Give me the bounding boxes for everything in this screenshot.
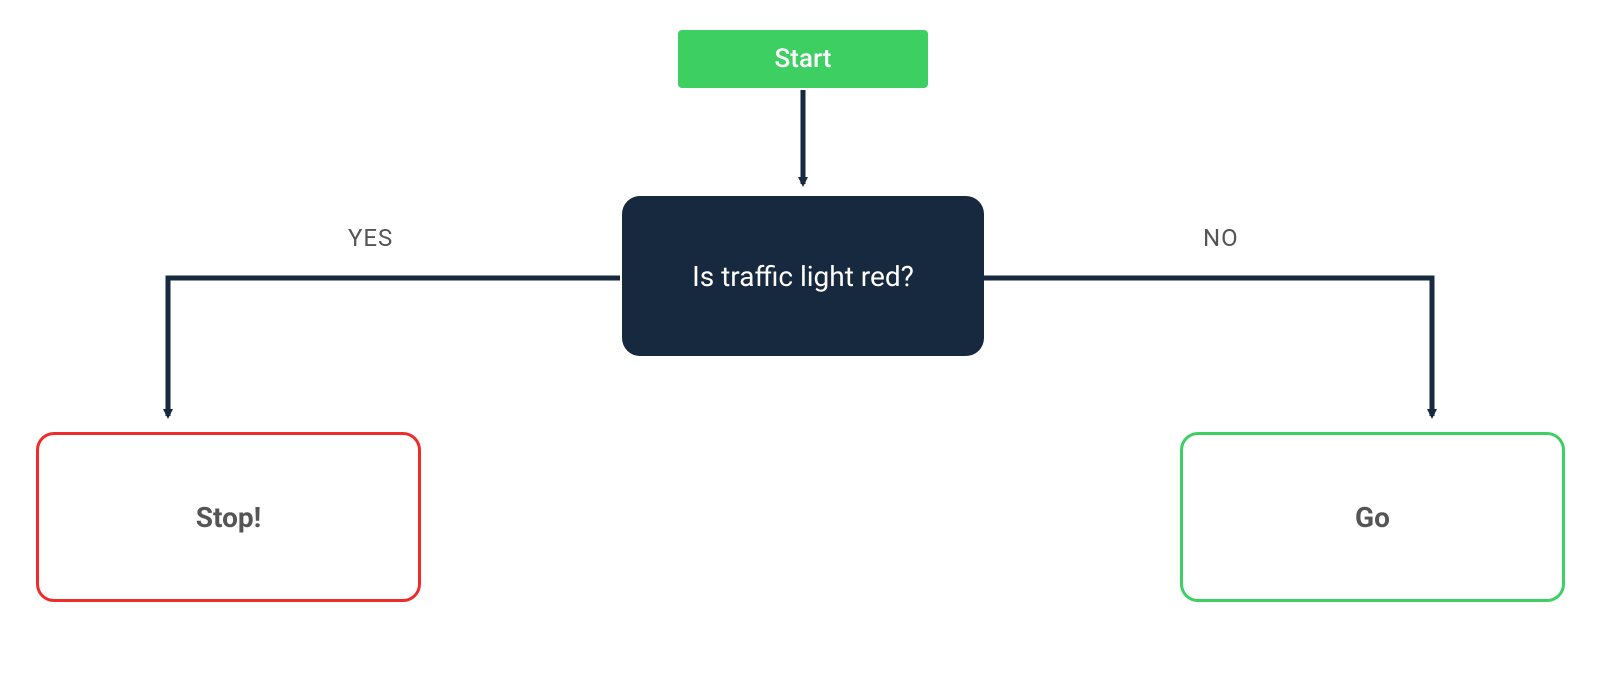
flowchart-start-node: Start [678, 30, 928, 88]
go-label: Go [1355, 501, 1390, 534]
flowchart-stop-node: Stop! [36, 432, 421, 602]
flowchart-decision-node: Is traffic light red? [622, 196, 984, 356]
flowchart-go-node: Go [1180, 432, 1565, 602]
start-label: Start [775, 44, 832, 74]
edge-label-no: NO [1203, 224, 1239, 252]
connector-decision-to-stop [168, 278, 620, 416]
decision-label: Is traffic light red? [692, 260, 914, 293]
edge-label-yes: YES [348, 224, 393, 252]
stop-label: Stop! [196, 501, 261, 534]
connector-decision-to-go [984, 278, 1432, 416]
